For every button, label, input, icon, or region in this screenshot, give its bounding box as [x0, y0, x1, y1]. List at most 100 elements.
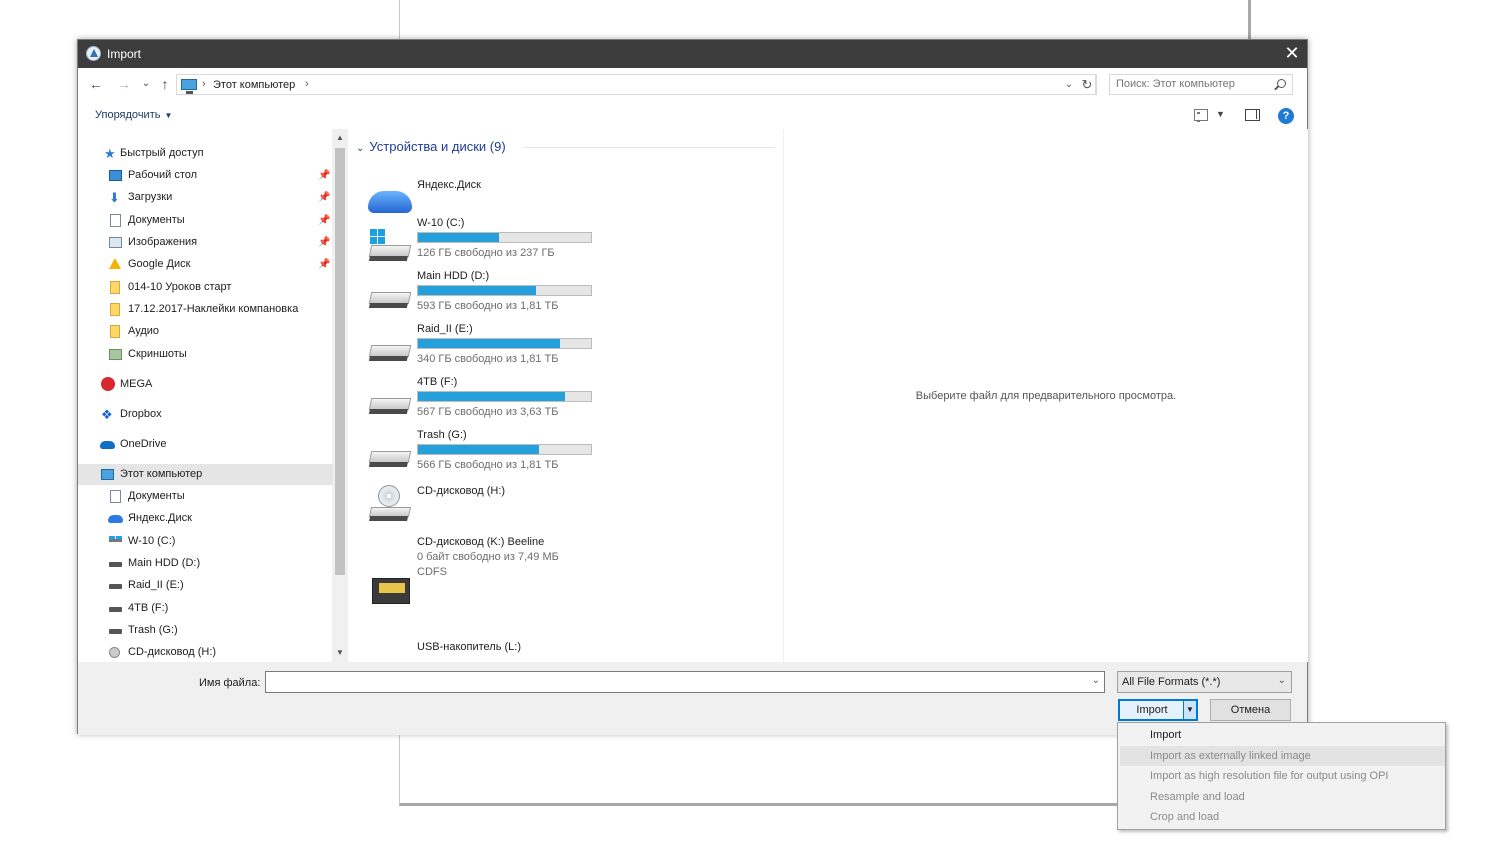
drive-usage-bar [417, 338, 592, 349]
sidebar-item-desktop[interactable]: Рабочий стол 📌 [78, 165, 333, 186]
drive-free-space: 593 ГБ свободно из 1,81 ТБ [417, 300, 559, 312]
sidebar-item-documents[interactable]: Документы 📌 [78, 210, 333, 231]
back-arrow-icon[interactable]: ← [87, 74, 105, 94]
menu-item-import-linked[interactable]: Import as externally linked image [1120, 746, 1445, 766]
drive-usage-fill [418, 392, 566, 401]
search-icon[interactable] [1277, 79, 1286, 88]
sidebar-item-mega[interactable]: MEGA [78, 374, 333, 395]
sidebar-item-folder-014[interactable]: 014-10 Уроков старт [78, 277, 333, 298]
sidebar-item-drive-h[interactable]: CD-дисковод (H:) [78, 642, 333, 662]
sidebar-item-drive-f[interactable]: 4TB (F:) [78, 598, 333, 619]
sidebar-item-label: Dropbox [120, 408, 162, 420]
sidebar-item-dropbox[interactable]: ❖ Dropbox [78, 404, 333, 425]
sidebar-item-label: Изображения [128, 236, 198, 248]
drive-usage-fill [418, 233, 500, 242]
group-header-devices[interactable]: ⌄ Устройства и диски (9) [356, 139, 506, 154]
sidebar-item-google-drive[interactable]: Google Диск 📌 [78, 254, 333, 275]
sidebar-item-label: Trash (G:) [128, 624, 178, 636]
pin-icon[interactable]: 📌 [318, 232, 330, 253]
drive-item-k[interactable]: CD-дисковод (K:) Beeline 0 байт свободно… [368, 536, 768, 622]
file-type-select[interactable]: All File Formats (*.*) ⌄ [1117, 671, 1292, 693]
drive-free-space: 567 ГБ свободно из 3,63 ТБ [417, 406, 559, 418]
sidebar-item-onedrive[interactable]: OneDrive [78, 434, 333, 455]
scroll-up-icon[interactable]: ▲ [333, 131, 347, 145]
chevron-down-icon: ⌄ [356, 143, 365, 154]
folder-icon [110, 281, 120, 294]
drive-usage-fill [418, 445, 540, 454]
google-drive-icon [109, 258, 121, 269]
sidebar-item-label: Скриншоты [128, 348, 187, 360]
filename-input[interactable] [270, 673, 1080, 691]
search-box[interactable] [1109, 74, 1293, 95]
breadcrumb-this-pc[interactable]: Этот компьютер [213, 79, 295, 91]
refresh-icon[interactable]: ↻ [1078, 74, 1097, 95]
cancel-button[interactable]: Отмена [1210, 699, 1291, 721]
navigation-scrollbar[interactable]: ▲ ▼ [333, 129, 347, 662]
pin-icon[interactable]: 📌 [318, 165, 330, 186]
help-icon[interactable]: ? [1278, 108, 1294, 124]
preview-pane-icon[interactable] [1245, 109, 1260, 121]
address-box[interactable]: › Этот компьютер › [176, 74, 1096, 95]
sidebar-item-drive-c[interactable]: W-10 (C:) [78, 531, 333, 552]
sidebar-item-quick-access[interactable]: ★ Быстрый доступ [78, 143, 333, 164]
windows-drive-icon [368, 229, 412, 257]
sidebar-item-this-pc[interactable]: Этот компьютер [78, 464, 333, 485]
group-divider [523, 147, 775, 148]
sidebar-item-drive-d[interactable]: Main HDD (D:) [78, 553, 333, 574]
change-view-icon[interactable] [1194, 109, 1208, 122]
drive-name: Raid_II (E:) [417, 323, 473, 335]
drive-usage-fill [418, 339, 560, 348]
onedrive-icon [100, 441, 115, 449]
recent-locations-icon[interactable]: ⌄ [137, 74, 155, 94]
sidebar-item-drive-e[interactable]: Raid_II (E:) [78, 575, 333, 596]
filename-label: Имя файла: [199, 677, 261, 689]
view-options-chevron-icon[interactable]: ▼ [1216, 109, 1225, 119]
windows-drive-icon [109, 536, 122, 542]
sidebar-item-pc-documents[interactable]: Документы [78, 486, 333, 507]
sidebar-item-folder-stickers[interactable]: 17.12.2017-Наклейки компановка [78, 299, 333, 320]
scrollbar-thumb[interactable] [335, 148, 345, 575]
sidebar-item-pictures[interactable]: Изображения 📌 [78, 232, 333, 253]
hdd-icon [109, 562, 122, 567]
drive-usage-bar [417, 391, 592, 402]
close-icon[interactable]: ✕ [1277, 40, 1307, 68]
drive-item-d[interactable]: Main HDD (D:) 593 ГБ свободно из 1,81 ТБ [368, 270, 768, 320]
drive-item-yandex-disk[interactable]: Яндекс.Диск [368, 173, 768, 223]
menu-item-crop[interactable]: Crop and load [1120, 807, 1445, 827]
sidebar-item-screenshots[interactable]: Скриншоты [78, 344, 333, 365]
sidebar-item-downloads[interactable]: ⬇ Загрузки 📌 [78, 187, 333, 208]
address-dropdown-icon[interactable]: ⌄ [1061, 74, 1077, 95]
organize-label: Упорядочить [95, 109, 161, 121]
drive-item-e[interactable]: Raid_II (E:) 340 ГБ свободно из 1,81 ТБ [368, 323, 768, 373]
pin-icon[interactable]: 📌 [318, 254, 330, 275]
up-arrow-icon[interactable]: ↑ [156, 74, 174, 94]
filename-dropdown-icon[interactable]: ⌄ [1092, 675, 1100, 686]
drive-item-c[interactable]: W-10 (C:) 126 ГБ свободно из 237 ГБ [368, 217, 768, 267]
organize-button[interactable]: Упорядочить ▼ [95, 109, 172, 121]
file-type-dropdown-icon[interactable]: ⌄ [1278, 675, 1286, 686]
drive-item-g[interactable]: Trash (G:) 566 ГБ свободно из 1,81 ТБ [368, 429, 768, 479]
search-input[interactable] [1116, 78, 1266, 90]
drive-item-f[interactable]: 4TB (F:) 567 ГБ свободно из 3,63 ТБ [368, 376, 768, 426]
import-split-button[interactable]: Import ▼ [1118, 699, 1198, 721]
scroll-down-icon[interactable]: ▼ [333, 646, 347, 660]
sidebar-item-yandex-disk[interactable]: Яндекс.Диск [78, 508, 333, 529]
filename-combobox[interactable]: ⌄ [265, 671, 1105, 693]
drive-name: W-10 (C:) [417, 217, 465, 229]
sidebar-item-label: Этот компьютер [120, 468, 203, 480]
forward-arrow-icon[interactable]: → [115, 74, 133, 94]
menu-item-import-opi[interactable]: Import as high resolution file for outpu… [1120, 766, 1445, 786]
hdd-icon [368, 390, 412, 416]
sidebar-item-drive-g[interactable]: Trash (G:) [78, 620, 333, 641]
drive-item-h[interactable]: CD-дисковод (H:) [368, 479, 768, 529]
pin-icon[interactable]: 📌 [318, 187, 330, 208]
menu-item-import[interactable]: Import [1120, 725, 1445, 745]
import-options-chevron-icon[interactable]: ▼ [1183, 701, 1196, 719]
pin-icon[interactable]: 📌 [318, 210, 330, 231]
menu-item-resample[interactable]: Resample and load [1120, 787, 1445, 807]
yandex-disk-icon [368, 187, 412, 213]
import-button[interactable]: Import [1120, 704, 1184, 716]
sidebar-item-audio[interactable]: Аудио [78, 321, 333, 342]
breadcrumb-separator-end[interactable]: › [305, 78, 309, 90]
sidebar-item-label: 4TB (F:) [128, 602, 169, 614]
